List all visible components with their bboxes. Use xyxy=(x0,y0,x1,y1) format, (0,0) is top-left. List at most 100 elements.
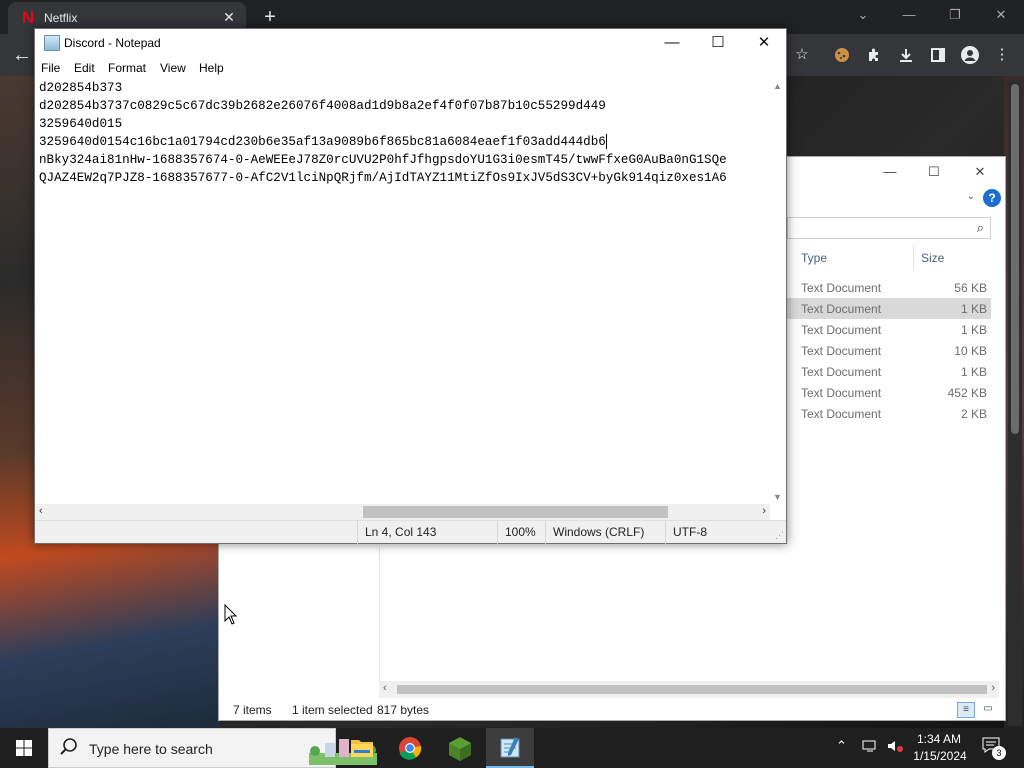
scroll-down-icon[interactable]: ▼ xyxy=(773,492,782,502)
new-tab-button[interactable]: + xyxy=(258,6,282,28)
chrome-app[interactable] xyxy=(386,728,434,768)
details-view-icon[interactable]: ≡ xyxy=(957,702,975,718)
nav-pane-divider xyxy=(379,547,380,687)
menu-icon[interactable]: ⋮ xyxy=(990,43,1014,67)
item-count: 7 items xyxy=(233,703,272,717)
volume-muted-icon[interactable] xyxy=(886,738,904,757)
menu-edit[interactable]: Edit xyxy=(74,61,95,75)
close-button[interactable]: ✕ xyxy=(741,29,787,57)
taskbar-search-box[interactable]: Type here to search xyxy=(48,728,377,768)
large-icons-view-icon[interactable]: ▭ xyxy=(979,702,997,718)
scroll-up-icon[interactable]: ▲ xyxy=(773,81,782,91)
file-explorer-app[interactable] xyxy=(338,728,386,768)
file-size: 1 KB xyxy=(960,365,987,379)
text-line-3: 3259640d015 xyxy=(39,117,123,131)
file-row[interactable]: Text Document 2 KB xyxy=(787,403,991,424)
chrome-close-button[interactable]: ✕ xyxy=(978,4,1024,26)
star-icon[interactable]: ☆ xyxy=(790,43,814,67)
window-title: Discord - Notepad xyxy=(64,36,161,50)
chrome-scrollbar-thumb[interactable] xyxy=(1011,84,1019,434)
explorer-search-input[interactable]: ⌕ xyxy=(787,217,991,239)
line-ending: Windows (CRLF) xyxy=(545,521,665,544)
help-icon[interactable]: ? xyxy=(983,189,1001,207)
file-row[interactable]: Text Document 452 KB xyxy=(787,382,991,403)
horizontal-scrollbar[interactable]: ‹ › xyxy=(35,504,770,520)
vertical-scrollbar[interactable]: ▲ ▼ xyxy=(770,79,786,504)
start-button[interactable] xyxy=(0,728,48,768)
text-line-1: d202854b373 xyxy=(39,81,123,95)
notepad-title-bar[interactable]: Discord - Notepad — ☐ ✕ xyxy=(35,29,786,59)
search-icon: ⌕ xyxy=(976,220,984,235)
chrome-restore-button[interactable]: ❐ xyxy=(932,4,978,26)
encoding: UTF-8 xyxy=(665,521,775,544)
network-icon[interactable] xyxy=(862,738,878,757)
scroll-left-icon[interactable]: ‹ xyxy=(383,682,387,694)
clock-time[interactable]: 1:34 AM xyxy=(916,732,962,746)
file-type: Text Document xyxy=(801,365,882,379)
text-editor[interactable]: d202854b373 d202854b3737c0829c5c67dc39b2… xyxy=(35,79,770,504)
column-header-size[interactable]: Size xyxy=(921,251,944,265)
maximize-button[interactable]: ☐ xyxy=(695,29,741,57)
explorer-minimize-button[interactable]: — xyxy=(867,161,913,183)
chrome-logo-icon xyxy=(399,737,422,760)
notepad-app-icon xyxy=(500,737,520,758)
clock-date[interactable]: 1/15/2024 xyxy=(912,749,968,763)
chrome-scrollbar[interactable] xyxy=(1008,80,1022,726)
file-type: Text Document xyxy=(801,407,882,421)
zoom-level: 100% xyxy=(497,521,545,544)
tab-search-icon[interactable]: ⌄ xyxy=(840,4,886,26)
chrome-minimize-button[interactable]: — xyxy=(886,4,932,26)
back-button[interactable]: ← xyxy=(8,42,36,68)
minimize-button[interactable]: — xyxy=(649,29,695,57)
search-icon xyxy=(60,738,77,755)
side-panel-icon[interactable] xyxy=(926,43,950,67)
file-row[interactable]: Text Document 1 KB xyxy=(787,361,991,382)
explorer-maximize-button[interactable]: ☐ xyxy=(911,161,957,183)
file-type: Text Document xyxy=(801,344,882,358)
column-divider[interactable] xyxy=(913,245,914,271)
file-type: Text Document xyxy=(801,281,882,295)
extensions-icon[interactable] xyxy=(862,43,886,67)
explorer-status-bar: 7 items 1 item selected 817 bytes ≡ ▭ xyxy=(219,700,1005,720)
tab-title: Netflix xyxy=(44,11,78,25)
ribbon-expand-icon[interactable]: ⌄ xyxy=(963,191,979,207)
explorer-horizontal-scrollbar[interactable]: ‹ › xyxy=(379,681,999,698)
file-row[interactable]: Text Document 10 KB xyxy=(787,340,991,361)
file-row[interactable]: Text Document 56 KB xyxy=(787,277,991,298)
file-row[interactable]: Text Document 1 KB xyxy=(787,298,991,319)
notepad-icon xyxy=(44,35,60,51)
file-type: Text Document xyxy=(801,323,882,337)
tab-close-icon[interactable]: ✕ xyxy=(220,8,238,26)
cursor-position: Ln 4, Col 143 xyxy=(357,521,497,544)
menu-view[interactable]: View xyxy=(160,61,186,75)
explorer-scrollbar-thumb[interactable] xyxy=(397,685,987,694)
netflix-logo-icon: N xyxy=(22,8,35,27)
profile-icon[interactable] xyxy=(958,43,982,67)
explorer-close-button[interactable]: ✕ xyxy=(957,161,1003,183)
notepad-app[interactable] xyxy=(486,728,534,768)
tray-overflow-icon[interactable]: ⌃ xyxy=(836,738,847,754)
download-icon[interactable] xyxy=(894,43,918,67)
cookie-icon[interactable] xyxy=(830,43,854,67)
scroll-left-icon[interactable]: ‹ xyxy=(39,505,43,517)
text-line-2: d202854b3737c0829c5c67dc39b2682e26076f40… xyxy=(39,99,606,113)
file-type: Text Document xyxy=(801,302,882,316)
horizontal-scrollbar-thumb[interactable] xyxy=(363,506,668,518)
file-size: 10 KB xyxy=(954,344,987,358)
text-line-4: 3259640d0154c16bc1a01794cd230b6e35af13a9… xyxy=(39,135,606,149)
minecraft-launcher-app[interactable] xyxy=(436,728,484,768)
scroll-right-icon[interactable]: › xyxy=(762,505,766,517)
text-caret xyxy=(606,134,607,149)
menu-format[interactable]: Format xyxy=(108,61,146,75)
grass-block-icon xyxy=(449,737,471,761)
scroll-right-icon[interactable]: › xyxy=(991,682,995,694)
column-header-type[interactable]: Type xyxy=(801,251,827,265)
text-line-5: nBky324ai81nHw-1688357674-0-AeWEEeJ78Z0r… xyxy=(39,153,727,167)
menu-help[interactable]: Help xyxy=(199,61,224,75)
file-size: 56 KB xyxy=(954,281,987,295)
menu-file[interactable]: File xyxy=(41,61,60,75)
resize-grip-icon[interactable]: ⋰ xyxy=(775,530,784,541)
file-size: 1 KB xyxy=(960,323,987,337)
folder-icon xyxy=(351,740,373,757)
file-row[interactable]: Text Document 1 KB xyxy=(787,319,991,340)
